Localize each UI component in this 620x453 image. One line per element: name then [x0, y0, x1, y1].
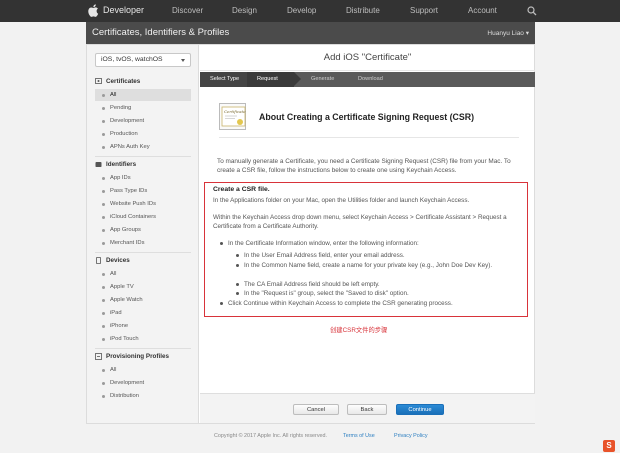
back-button[interactable]: Back	[347, 404, 387, 415]
certificate-icon-text: Certificate	[224, 109, 246, 114]
brand-title[interactable]: Developer	[103, 5, 144, 15]
sidebar-item-apns-auth-key[interactable]: APNs Auth Key	[95, 141, 191, 153]
sidebar-section-identifiers: Identifiers	[95, 161, 136, 168]
sub-bullet-item: In the Common Name field, create a name …	[236, 261, 509, 270]
copyright-text: Copyright © 2017 Apple Inc. All rights r…	[214, 433, 328, 439]
identifier-icon	[95, 162, 102, 167]
platform-select-value: iOS, tvOS, watchOS	[101, 56, 163, 63]
sidebar-item-profiles-development[interactable]: Development	[95, 377, 191, 389]
sidebar-item-pending[interactable]: Pending	[95, 102, 191, 114]
nav-design[interactable]: Design	[232, 6, 257, 15]
sidebar-item-app-ids[interactable]: App IDs	[95, 172, 191, 184]
nav-support[interactable]: Support	[410, 6, 438, 15]
profile-icon	[95, 353, 102, 360]
main-panel: Add iOS "Certificate" Select Type Reques…	[200, 45, 535, 423]
platform-select[interactable]: iOS, tvOS, watchOS	[95, 53, 191, 67]
sidebar-item-pass-type-ids[interactable]: Pass Type IDs	[95, 185, 191, 197]
step-generate: Generate	[311, 76, 335, 82]
section-title: Certificates, Identifiers & Profiles	[92, 27, 230, 38]
content-frame: iOS, tvOS, watchOS Certificates All Pend…	[86, 44, 535, 424]
csr-steps-heading: Create a CSR file.	[213, 186, 270, 193]
step-progress-bar: Select Type Request Generate Download	[200, 72, 535, 87]
nav-discover[interactable]: Discover	[172, 6, 203, 15]
sidebar-item-development[interactable]: Development	[95, 115, 191, 127]
sidebar: iOS, tvOS, watchOS Certificates All Pend…	[87, 45, 199, 423]
watermark-logo: S	[603, 440, 615, 452]
sidebar-divider	[95, 348, 191, 349]
sidebar-item-certificates-all[interactable]: All	[95, 89, 191, 101]
apple-logo-icon[interactable]	[88, 4, 99, 17]
sub-bullet-item: In the User Email Address field, enter y…	[236, 251, 509, 260]
cancel-button[interactable]: Cancel	[293, 404, 339, 415]
sidebar-section-certificates: Certificates	[95, 78, 140, 85]
csr-step-paragraph-2: Within the Keychain Access drop down men…	[213, 214, 507, 230]
bullet-item: In the Certificate Information window, e…	[220, 239, 518, 248]
nav-account[interactable]: Account	[468, 6, 497, 15]
section-header: Certificates, Identifiers & Profiles Hua…	[86, 22, 535, 44]
sidebar-item-profiles-all[interactable]: All	[95, 364, 191, 376]
sidebar-section-devices: Devices	[95, 257, 130, 264]
terms-link[interactable]: Terms of Use	[343, 433, 375, 439]
csr-step-paragraph-1: In the Applications folder on your Mac, …	[213, 197, 470, 204]
sidebar-item-production[interactable]: Production	[95, 128, 191, 140]
annotation-label: 创建CSR文件的步骤	[330, 327, 388, 334]
sidebar-divider	[95, 252, 191, 253]
sidebar-item-iphone[interactable]: iPhone	[95, 320, 191, 332]
top-navigation: Developer Discover Design Develop Distri…	[0, 0, 620, 22]
sidebar-item-apple-tv[interactable]: Apple TV	[95, 281, 191, 293]
sidebar-item-ipad[interactable]: iPad	[95, 307, 191, 319]
search-icon[interactable]	[527, 6, 537, 16]
sidebar-item-ipod-touch[interactable]: iPod Touch	[95, 333, 191, 345]
device-icon	[96, 257, 101, 264]
sub-bullet-item: The CA Email Address field should be lef…	[236, 280, 509, 289]
sidebar-item-devices-all[interactable]: All	[95, 268, 191, 280]
certificate-icon	[95, 78, 102, 84]
user-menu[interactable]: Huanyu Liao ▾	[487, 29, 529, 37]
intro-text: To manually generate a Certificate, you …	[217, 158, 511, 174]
sidebar-item-apple-watch[interactable]: Apple Watch	[95, 294, 191, 306]
sidebar-item-website-push-ids[interactable]: Website Push IDs	[95, 198, 191, 210]
csr-heading: About Creating a Certificate Signing Req…	[259, 112, 475, 122]
sidebar-item-profiles-distribution[interactable]: Distribution	[95, 390, 191, 402]
action-bar: Cancel Back Continue	[200, 393, 535, 423]
certificate-icon: Certificate	[219, 103, 246, 130]
page-title: Add iOS "Certificate"	[200, 45, 535, 71]
sidebar-item-app-groups[interactable]: App Groups	[95, 224, 191, 236]
continue-button[interactable]: Continue	[396, 404, 444, 415]
sub-bullet-item: In the "Request is" group, select the "S…	[236, 289, 509, 298]
divider	[219, 137, 519, 138]
chevron-down-icon	[181, 59, 185, 62]
step-arrow-icon	[294, 72, 301, 86]
step-request: Request	[247, 72, 294, 87]
sidebar-item-icloud-containers[interactable]: iCloud Containers	[95, 211, 191, 223]
sidebar-item-merchant-ids[interactable]: Merchant IDs	[95, 237, 191, 249]
step-select-type: Select Type	[200, 72, 247, 87]
nav-distribute[interactable]: Distribute	[346, 6, 380, 15]
bullet-item: Click Continue within Keychain Access to…	[220, 299, 518, 308]
step-download: Download	[358, 76, 383, 82]
sidebar-divider	[95, 156, 191, 157]
nav-develop[interactable]: Develop	[287, 6, 316, 15]
sidebar-section-provisioning-profiles: Provisioning Profiles	[95, 353, 169, 360]
privacy-link[interactable]: Privacy Policy	[394, 433, 428, 439]
